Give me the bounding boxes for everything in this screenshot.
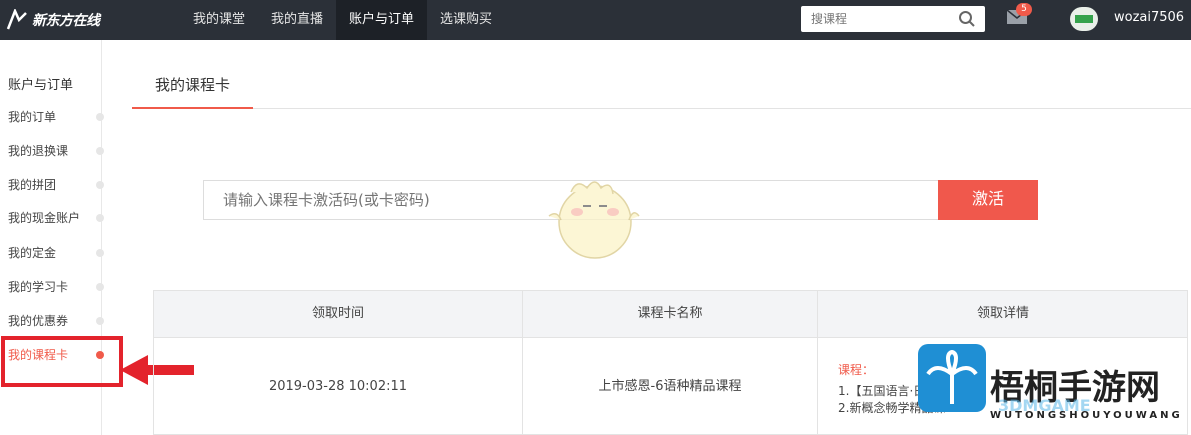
search-box: [801, 6, 985, 32]
watermark-subtitle: WUTONGSHOUYOUWANG: [990, 410, 1183, 421]
palm-icon: [926, 349, 978, 404]
table-header: 领取时间 课程卡名称 领取详情: [154, 291, 1187, 338]
nav-my-live[interactable]: 我的直播: [258, 0, 336, 40]
search-input[interactable]: [801, 6, 951, 32]
sidebar-item-refunds[interactable]: 我的退换课: [8, 141, 104, 161]
sidebar-item-study-card[interactable]: 我的学习卡: [8, 277, 104, 297]
cell-name: 上市感恩-6语种精品课程: [523, 338, 818, 435]
highlight-box: [1, 336, 123, 387]
top-navbar: 新东方在线 我的课堂 我的直播 账户与订单 选课购买 5 wozai7506: [0, 0, 1191, 40]
sidebar-item-label: 我的学习卡: [8, 280, 69, 294]
header-detail: 领取详情: [976, 306, 1029, 321]
main-nav: 我的课堂 我的直播 账户与订单 选课购买: [180, 0, 505, 40]
detail-label: 课程：: [838, 363, 875, 377]
sidebar-item-coupons[interactable]: 我的优惠券: [8, 311, 104, 331]
mascot-icon: [548, 181, 640, 259]
dot-icon: [96, 249, 104, 257]
nav-account-orders[interactable]: 账户与订单: [336, 0, 428, 40]
dot-icon: [96, 214, 104, 222]
tab-course-card[interactable]: 我的课程卡: [132, 62, 253, 109]
sidebar-item-label: 我的订单: [8, 110, 57, 124]
dot-icon: [96, 147, 104, 155]
watermark: 梧桐手游网 3DMGAME WUTONGSHOUYOUWANG: [918, 340, 1191, 435]
sidebar-item-label: 我的优惠券: [8, 314, 69, 328]
dot-icon: [96, 317, 104, 325]
mail-badge: 5: [1016, 3, 1032, 16]
avatar-image: [1075, 15, 1093, 23]
dot-icon: [96, 113, 104, 121]
sidebar-item-label: 我的现金账户: [8, 211, 81, 225]
username[interactable]: wozai7506: [1114, 0, 1184, 36]
search-icon[interactable]: [958, 10, 976, 28]
avatar[interactable]: [1070, 7, 1098, 31]
sidebar-item-orders[interactable]: 我的订单: [8, 107, 104, 127]
activate-button[interactable]: 激活: [938, 180, 1038, 220]
logo-text: 新东方在线: [32, 13, 100, 29]
tab-bar: 我的课程卡: [132, 62, 1191, 109]
sidebar-item-deposit[interactable]: 我的定金: [8, 243, 104, 263]
sidebar-item-group-buy[interactable]: 我的拼团: [8, 175, 104, 195]
dot-icon: [96, 283, 104, 291]
sidebar-item-label: 我的退换课: [8, 144, 69, 158]
cell-time: 2019-03-28 10:02:11: [154, 338, 523, 435]
nav-my-classroom[interactable]: 我的课堂: [180, 0, 258, 40]
sidebar-item-label: 我的拼团: [8, 178, 57, 192]
sidebar-item-label: 我的定金: [8, 246, 57, 260]
dot-icon: [96, 181, 104, 189]
logo-icon: [6, 9, 27, 30]
watermark-logo-icon: [918, 344, 986, 412]
sidebar-item-cash-account[interactable]: 我的现金账户: [8, 208, 104, 228]
sidebar-title: 账户与订单: [8, 78, 74, 93]
logo[interactable]: 新东方在线: [6, 6, 100, 34]
nav-buy-courses[interactable]: 选课购买: [427, 0, 505, 40]
header-time: 领取时间: [154, 291, 523, 337]
header-name: 课程卡名称: [523, 291, 818, 337]
